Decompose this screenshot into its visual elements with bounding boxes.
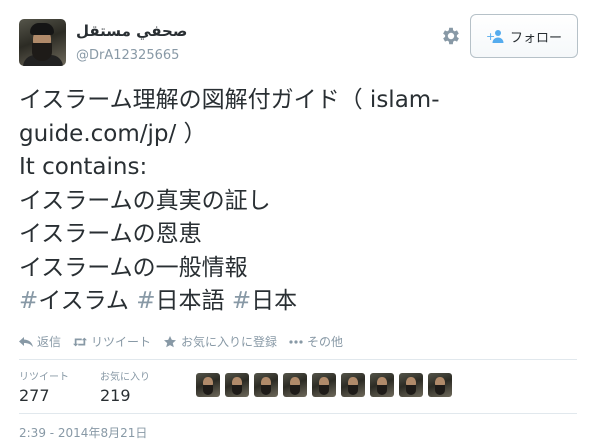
tweet-text: イスラーム理解の図解付ガイド（ islam- guide.com/jp/ ） I…	[19, 84, 579, 319]
follow-button[interactable]: + フォロー	[470, 14, 578, 58]
favorite-stat-value: 219	[100, 386, 131, 405]
favoriter-avatar[interactable]	[254, 373, 278, 397]
favorite-stat[interactable]: お気に入り 219	[100, 368, 150, 405]
tweet-line: イスラームの真実の証し	[19, 187, 271, 214]
hashtag-japan[interactable]: #日本	[232, 288, 297, 314]
favoriter-avatar[interactable]	[196, 373, 220, 397]
timestamp[interactable]: 2:39 - 2014年8月21日	[19, 424, 147, 441]
retweet-stat-value: 277	[19, 386, 50, 405]
gear-icon[interactable]	[440, 25, 462, 47]
screen-name[interactable]: @DrA12325665	[76, 48, 179, 63]
favoriter-avatar[interactable]	[370, 373, 394, 397]
display-name[interactable]: صحفي مستقل	[76, 22, 187, 40]
retweet-icon	[73, 337, 88, 346]
divider-bottom	[19, 413, 577, 414]
favoriter-avatar[interactable]	[428, 373, 452, 397]
tweet-actions: 返信 リツイート お気に入りに登録 その他	[19, 333, 343, 350]
more-label: その他	[307, 335, 344, 349]
reply-action[interactable]: 返信	[19, 333, 61, 350]
reply-label: 返信	[37, 335, 62, 349]
favoriter-avatar[interactable]	[399, 373, 423, 397]
tweet-line: イスラームの恩恵	[19, 221, 202, 247]
hashtag-japanese[interactable]: #日本語	[136, 288, 224, 314]
retweet-stat[interactable]: リツイート 277	[19, 368, 69, 405]
tweet-card: صحفي مستقل @DrA12325665 + フォロー イスラーム理解の図…	[0, 0, 596, 447]
follow-button-label: フォロー	[509, 30, 562, 46]
favoriter-avatar[interactable]	[312, 373, 336, 397]
retweet-action[interactable]: リツイート	[73, 333, 151, 350]
favorite-stat-label: お気に入り	[100, 372, 150, 383]
star-icon	[164, 335, 177, 347]
tweet-line-link[interactable]: guide.com/jp/ ）	[19, 118, 579, 152]
hashtag-line: #イスラム #日本語 #日本	[19, 285, 579, 319]
reply-icon	[19, 336, 33, 347]
tweet-line: It contains:	[19, 154, 148, 180]
tweet-line: イスラーム理解の図解付ガイド（ islam-	[19, 87, 440, 113]
favoriter-avatar[interactable]	[341, 373, 365, 397]
hashtag-label: イスラム	[38, 288, 129, 314]
more-icon	[289, 339, 303, 344]
avatar-turban	[30, 23, 54, 35]
more-action[interactable]: その他	[289, 333, 343, 350]
avatar-beard	[32, 43, 52, 61]
person-add-icon: +	[486, 30, 504, 43]
avatar[interactable]	[19, 19, 66, 66]
tweet-line: イスラームの一般情報	[19, 254, 248, 281]
favoriter-avatars	[196, 373, 452, 397]
retweet-label: リツイート	[91, 335, 152, 349]
hashtag-islam[interactable]: #イスラム	[19, 288, 129, 314]
hashtag-label: 日本	[251, 288, 298, 314]
divider-top	[19, 359, 577, 360]
favorite-label: お気に入りに登録	[181, 335, 278, 349]
retweet-stat-label: リツイート	[19, 372, 69, 383]
hashtag-label: 日本語	[155, 288, 225, 314]
favoriter-avatar[interactable]	[225, 373, 249, 397]
favorite-action[interactable]: お気に入りに登録	[163, 333, 277, 350]
favoriter-avatar[interactable]	[283, 373, 307, 397]
